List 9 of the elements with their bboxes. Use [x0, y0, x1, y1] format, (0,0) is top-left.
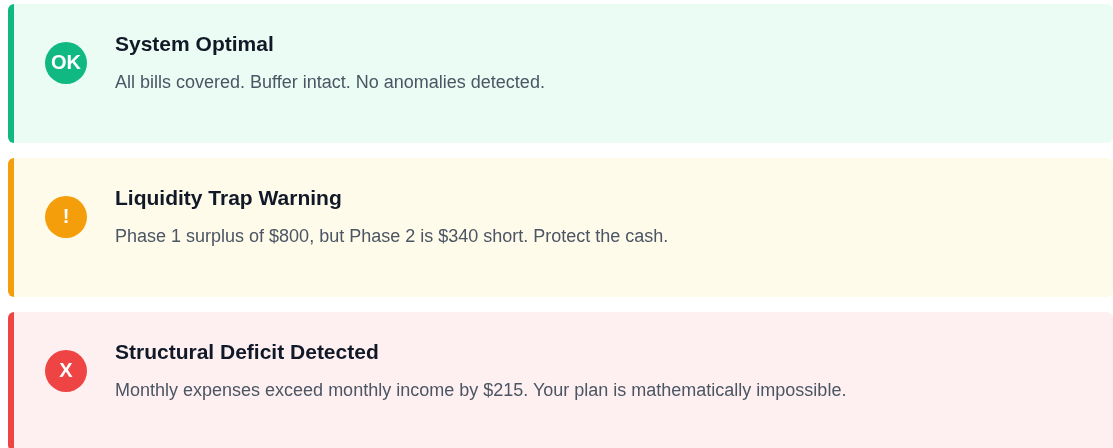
- alert-title: Liquidity Trap Warning: [115, 186, 343, 210]
- alert-message: Monthly expenses exceed monthly income by $215. Your plan is mathematically impossible.: [115, 380, 847, 401]
- alert-message: Phase 1 surplus of $800, but Phase 2 is $340 short. Protect the cash.: [115, 226, 669, 247]
- alert-title: Structural Deficit Detected: [115, 340, 380, 364]
- status-badge: X: [45, 349, 87, 392]
- alert-message: All bills covered. Buffer intact. No anomalies detected.: [115, 72, 545, 93]
- status-badge: !: [45, 195, 87, 238]
- alert-title: System Optimal: [115, 32, 275, 56]
- status-badge: OK: [45, 41, 87, 84]
